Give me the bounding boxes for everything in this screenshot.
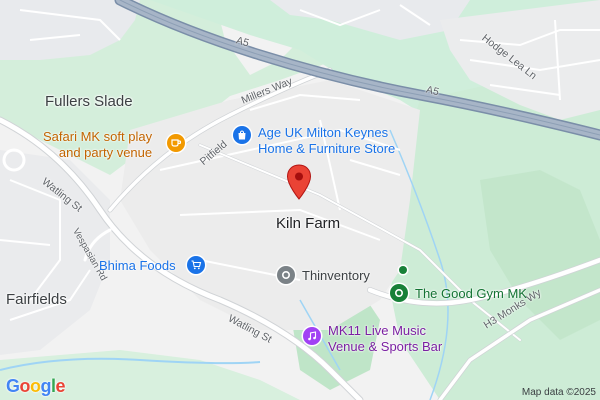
poi-safari-mk[interactable]: Safari MK soft play and party venue — [43, 129, 152, 161]
location-pin-icon[interactable] — [286, 164, 312, 200]
poi-age-uk-line1: Age UK Milton Keynes — [258, 125, 389, 140]
poi-age-uk[interactable]: Age UK Milton Keynes Home & Furniture St… — [258, 125, 395, 157]
shopping-cart-icon[interactable] — [187, 256, 205, 274]
area-label-fairfields: Fairfields — [6, 291, 67, 308]
road-label-a5-right: A5 — [424, 83, 441, 99]
poi-safari-line1: Safari MK soft play — [43, 129, 153, 144]
poi-good-gym[interactable]: The Good Gym MK — [415, 286, 527, 302]
logo-letter: o — [19, 376, 31, 396]
poi-mk11-line1: MK11 Live Music — [328, 323, 427, 338]
logo-letter: e — [55, 376, 66, 396]
logo-letter: g — [40, 376, 52, 396]
area-label-kiln-farm: Kiln Farm — [276, 215, 341, 232]
poi-mk11[interactable]: MK11 Live Music Venue & Sports Bar — [328, 323, 442, 355]
map-canvas[interactable]: Fullers Slade Kiln Farm Fairfields A5 A5… — [0, 0, 600, 400]
map-attribution[interactable]: Map data ©2025 — [522, 387, 596, 398]
poi-safari-line2: and party venue — [58, 145, 153, 160]
poi-thinventory[interactable]: Thinventory — [302, 268, 370, 284]
music-icon[interactable] — [303, 327, 321, 345]
logo-letter: G — [6, 376, 20, 396]
area-label-fullers-slade: Fullers Slade — [45, 93, 133, 110]
google-logo[interactable]: Google — [6, 376, 66, 397]
cafe-icon[interactable] — [167, 134, 185, 152]
logo-letter: o — [30, 376, 41, 396]
shopping-bag-icon[interactable] — [233, 126, 251, 144]
poi-mk11-line2: Venue & Sports Bar — [328, 339, 443, 354]
circle-icon[interactable] — [277, 266, 295, 284]
gym-icon[interactable] — [390, 284, 408, 302]
poi-bhima-foods[interactable]: Bhima Foods — [99, 258, 176, 274]
park-dot-icon[interactable] — [399, 266, 407, 274]
poi-age-uk-line2: Home & Furniture Store — [258, 141, 396, 156]
